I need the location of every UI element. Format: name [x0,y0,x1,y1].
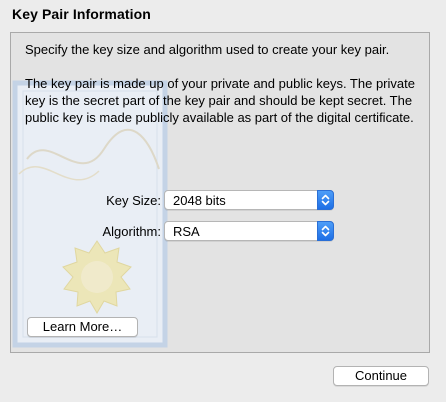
up-down-chevron-icon [317,190,334,210]
up-down-chevron-icon [317,221,334,241]
algorithm-value: RSA [173,224,200,239]
learn-more-button[interactable]: Learn More… [27,317,138,337]
algorithm-popup[interactable]: RSA [164,221,334,241]
key-size-label: Key Size: [106,193,161,208]
key-size-popup[interactable]: 2048 bits [164,190,334,210]
algorithm-label: Algorithm: [102,224,161,239]
continue-button[interactable]: Continue [333,366,429,386]
section-title: Key Pair Information [12,6,151,22]
key-size-value: 2048 bits [173,193,226,208]
key-size-row: Key Size: 2048 bits [11,190,429,212]
algorithm-row: Algorithm: RSA [11,221,429,243]
description-paragraph: The key pair is made up of your private … [25,76,415,125]
intro-paragraph: Specify the key size and algorithm used … [25,42,390,57]
content-box: Specify the key size and algorithm used … [10,32,430,353]
